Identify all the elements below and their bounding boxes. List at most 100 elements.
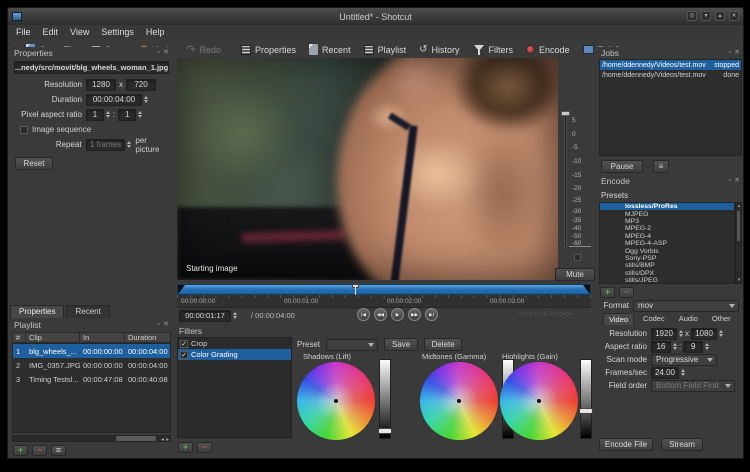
float-icon[interactable]: ▫ [729,177,731,185]
image-sequence-checkbox[interactable] [20,125,28,134]
playlist-scrollbar[interactable]: ◂ ▸ [12,435,171,443]
skip-end-button[interactable]: ▶| [425,308,438,321]
tab-recent[interactable]: Recent [66,305,110,318]
stream-button[interactable]: Stream [661,438,703,451]
par-num-spinner[interactable] [106,111,110,118]
current-time-spinner[interactable] [233,312,237,319]
preset-item[interactable]: MPEG-4 [600,233,734,240]
fps-field[interactable]: 24.00 [651,366,679,379]
scrub-bar[interactable] [177,284,591,295]
recent-button[interactable]: Recent [304,42,356,57]
filter-item-crop[interactable]: ✓ Crop [178,338,291,349]
slider-handle[interactable] [579,408,593,414]
preset-combobox[interactable] [326,338,379,351]
highlights-level-slider[interactable] [579,359,593,439]
preset-item[interactable]: Ogg Vorbis [600,247,734,255]
shadows-level-slider[interactable] [378,359,392,439]
play-button[interactable]: ▶ [391,308,404,321]
col-clip[interactable]: Clip [26,333,80,342]
close-icon[interactable]: ✕ [163,49,169,57]
delete-preset-button[interactable]: Delete [424,338,463,351]
playlist-menu-button[interactable]: ≡ [51,445,66,456]
shadows-color-wheel[interactable] [297,362,375,440]
preset-item[interactable]: MPEG-2 [600,225,734,232]
float-icon[interactable]: ▫ [729,49,731,57]
duration-spinner[interactable] [144,96,148,103]
playlist-button[interactable]: Playlist [359,43,412,57]
col-num[interactable]: # [13,333,26,342]
scroll-right-icon[interactable]: ▸ [166,436,169,443]
current-time-field[interactable]: 00:00:01:17 [179,309,231,322]
menu-edit[interactable]: Edit [43,27,59,37]
filter-item-color-grading[interactable]: ✓ Color Grading [178,349,291,360]
reset-button[interactable]: Reset [15,157,53,170]
close-icon[interactable]: ✕ [734,49,740,57]
menu-settings[interactable]: Settings [101,27,134,37]
playlist-row[interactable]: 2 IMG_0357.JPG 00:00:00:00 00:00:04:00 [13,358,170,372]
playlist-row[interactable]: 3 Timing Testsl... 00:00:47:08 00:00:40:… [13,372,170,386]
encode-button[interactable]: Encode [521,43,575,57]
fast-forward-button[interactable]: ▶▶ [408,308,421,321]
scroll-left-icon[interactable]: ◂ [161,436,164,443]
close-icon[interactable]: ✕ [729,11,739,21]
encode-height-field[interactable]: 1080 [691,327,717,340]
preset-item[interactable]: stills/JPEG [600,277,734,283]
trim-out-handle[interactable] [583,285,590,294]
col-duration[interactable]: Duration [125,333,170,342]
playlist-row[interactable]: 1 blg_wheels_... 00:00:00:00 00:00:04:00 [13,344,170,358]
titlebar[interactable]: Untitled* - Shotcut ◎ ▾ ▴ ✕ [8,8,743,25]
tab-codec[interactable]: Codec [638,313,670,325]
preset-item[interactable]: MP3 [600,218,734,225]
filters-button[interactable]: Filters [468,42,519,57]
skip-start-button[interactable]: |◀ [357,308,370,321]
add-preset-button[interactable]: + [600,287,615,298]
preset-item[interactable]: Sony-PSP [600,255,734,262]
close-icon[interactable]: ✕ [163,321,169,329]
properties-button[interactable]: Properties [236,43,301,57]
maximize-icon[interactable]: ▴ [715,11,725,21]
presets-scrollbar[interactable]: ▴ ▾ [735,202,742,284]
remove-filter-button[interactable]: − [197,442,212,453]
mute-button[interactable]: Mute [555,268,595,281]
close-icon[interactable]: ✕ [734,177,740,185]
aspect-h-field[interactable]: 9 [683,340,704,353]
jobs-menu-button[interactable]: ≡ [653,160,669,173]
menu-help[interactable]: Help [146,27,165,37]
slider-handle[interactable] [378,428,392,434]
tab-audio[interactable]: Audio [674,313,703,325]
preset-item[interactable]: stills/DPX [600,270,734,277]
remove-preset-button[interactable]: − [619,287,634,298]
add-clip-button[interactable]: + [13,445,28,456]
playhead[interactable] [352,284,359,295]
timeline-ruler[interactable]: 00:00:00:00 00:00:01:00 00:00:02:00 00:0… [177,295,591,308]
scan-mode-combobox[interactable]: Progressive [651,353,717,366]
preset-item[interactable]: stills/BMP [600,262,734,269]
remove-clip-button[interactable]: − [32,445,47,456]
preset-item[interactable]: MPEG-4-ASP [600,240,734,247]
par-num-field[interactable]: 1 [86,108,104,121]
par-den-field[interactable]: 1 [118,108,137,121]
crop-checkbox[interactable]: ✓ [180,339,188,348]
scroll-down-icon[interactable]: ▾ [736,277,742,283]
format-combobox[interactable]: mov [633,299,739,312]
resolution-width-field[interactable]: 1280 [86,78,116,91]
col-in[interactable]: In [80,333,125,342]
highlights-color-wheel[interactable] [500,362,578,440]
float-icon[interactable]: ▫ [158,49,160,57]
mute-icon[interactable] [574,254,581,261]
volume-slider[interactable] [564,114,567,248]
scrollbar-thumb[interactable] [737,211,740,241]
pin-icon[interactable]: ◎ [687,11,697,21]
tab-video[interactable]: Video [603,313,635,325]
preset-item[interactable]: MJPEG [600,210,734,218]
trim-in-handle[interactable] [178,285,185,294]
resolution-height-field[interactable]: 720 [126,78,156,91]
save-preset-button[interactable]: Save [384,338,419,351]
tab-other[interactable]: Other [707,313,736,325]
encode-file-button[interactable]: Encode File [599,438,653,451]
aspect-w-field[interactable]: 16 [651,340,671,353]
minimize-icon[interactable]: ▾ [701,11,711,21]
history-button[interactable]: ↺ History [414,43,464,57]
scrollbar-thumb[interactable] [116,436,156,441]
par-den-spinner[interactable] [138,111,143,118]
